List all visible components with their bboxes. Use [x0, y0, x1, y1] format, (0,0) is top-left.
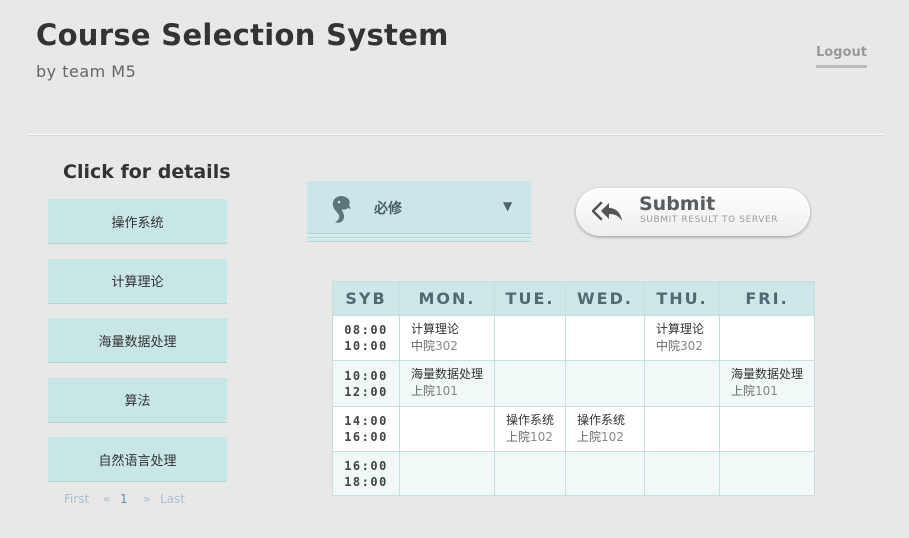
- time-slot-cell: 10:00 12:00: [332, 360, 400, 407]
- schedule-table: SYB MON. TUE. WED. THU. FRI. 08:00 10:00 计…: [332, 281, 815, 496]
- schedule-row: 14:00 16:00 操作系统 上院102 操作系统 上院102: [332, 406, 815, 452]
- pagination-last-link[interactable]: Last: [160, 492, 185, 506]
- sidebar-heading: Click for details: [63, 161, 231, 183]
- header-wednesday: WED.: [565, 281, 645, 316]
- header-time-slot: SYB: [332, 281, 400, 316]
- schedule-cell-wednesday[interactable]: 操作系统上院102: [565, 406, 645, 452]
- course-name: 海量数据处理: [731, 367, 804, 381]
- time-slot-cell: 08:00 10:00: [332, 315, 400, 361]
- course-location: 中院302: [411, 338, 494, 355]
- submit-sublabel: SUBMIT RESULT TO SERVER: [640, 215, 779, 225]
- building-name: 中院: [656, 339, 681, 353]
- schedule-row: 08:00 10:00 计算理论 中院302 计算理论 中院302: [332, 315, 815, 361]
- schedule-cell-monday[interactable]: 海量数据处理 上院101: [399, 360, 495, 407]
- app-title: Course Selection System: [36, 18, 449, 52]
- time-start: 16:00: [344, 458, 388, 473]
- course-name: 操作系统: [577, 413, 626, 427]
- dropdown-selected-value: 必修: [374, 201, 402, 217]
- course-name: 海量数据处理: [411, 367, 484, 381]
- room-number: 101: [755, 384, 778, 398]
- schedule-cell-thursday: [644, 360, 720, 407]
- course-location: 上院101: [731, 383, 814, 400]
- header-divider: [28, 134, 884, 136]
- schedule-cell-friday[interactable]: 海量数据处理 上院101: [719, 360, 815, 407]
- pagination-prev-link[interactable]: «: [103, 492, 110, 506]
- schedule-cell-monday[interactable]: 计算理论中院302: [399, 315, 495, 361]
- course-location: 中院302: [656, 338, 719, 355]
- schedule-header-row: SYB MON. TUE. WED. THU. FRI.: [332, 281, 815, 316]
- schedule-cell-wednesday: [565, 451, 645, 496]
- app-subtitle: by team M5: [36, 62, 137, 81]
- schedule-cell-friday: [719, 406, 815, 452]
- schedule-cell-friday: [719, 315, 815, 361]
- course-item-nlp[interactable]: 自然语言处理: [48, 437, 227, 482]
- schedule-cell-tuesday: [494, 315, 566, 361]
- chevron-down-icon: ▼: [503, 199, 513, 213]
- room-number: 101: [435, 384, 458, 398]
- schedule-row: 10:00 12:00 海量数据处理 上院101 海量数据处理 上院101: [332, 360, 815, 407]
- course-type-dropdown[interactable]: 必修 ▼: [307, 181, 531, 234]
- time-start: 14:00: [344, 414, 388, 428]
- schedule-cell-friday: [719, 451, 815, 496]
- time-start: 10:00: [344, 368, 388, 383]
- schedule-cell-tuesday[interactable]: 操作系统上院102: [494, 406, 566, 452]
- time-slot-cell: 14:00 16:00: [332, 406, 400, 452]
- course-name: 操作系统: [506, 413, 555, 427]
- building-name: 中院: [411, 339, 436, 353]
- time-end: 16:00: [344, 430, 388, 444]
- course-location: 上院102: [577, 429, 644, 446]
- course-list: 操作系统 计算理论 海量数据处理 算法 自然语言处理: [48, 199, 227, 497]
- schedule-cell-monday: [399, 451, 495, 496]
- pagination-first-link[interactable]: First: [64, 492, 89, 506]
- room-number: 302: [435, 339, 458, 353]
- building-name: 上院: [577, 430, 602, 444]
- course-item-os[interactable]: 操作系统: [48, 199, 227, 244]
- time-end: 10:00: [344, 339, 388, 353]
- time-end: 12:00: [344, 384, 388, 399]
- course-location: 上院102: [506, 429, 565, 446]
- header-thursday: THU.: [644, 281, 720, 316]
- schedule-cell-thursday: [644, 451, 720, 496]
- header-monday: MON.: [399, 281, 495, 316]
- header-friday: FRI.: [719, 281, 815, 316]
- course-location: 上院101: [411, 383, 494, 400]
- pagination-next-link[interactable]: »: [143, 492, 150, 506]
- course-item-theory-of-computation[interactable]: 计算理论: [48, 258, 227, 304]
- building-name: 上院: [411, 384, 436, 398]
- time-start: 08:00: [344, 323, 388, 337]
- time-end: 18:00: [344, 474, 388, 489]
- course-name: 计算理论: [411, 322, 460, 336]
- schedule-row: 16:00 18:00: [332, 451, 815, 496]
- submit-button[interactable]: Submit SUBMIT RESULT TO SERVER: [576, 188, 810, 236]
- time-slot-cell: 16:00 18:00: [332, 451, 400, 496]
- schedule-cell-tuesday: [494, 451, 566, 496]
- seahorse-icon: [327, 193, 357, 225]
- reply-all-icon: [591, 200, 624, 224]
- room-number: 102: [530, 430, 553, 444]
- room-number: 302: [680, 339, 703, 353]
- course-name: 计算理论: [656, 322, 705, 336]
- submit-label: Submit: [639, 193, 716, 215]
- schedule-cell-wednesday: [565, 315, 645, 361]
- schedule-cell-tuesday: [494, 360, 566, 407]
- schedule-cell-monday: [399, 406, 495, 452]
- room-number: 102: [601, 430, 624, 444]
- header-tuesday: TUE.: [494, 281, 566, 316]
- pagination-page-1[interactable]: 1: [120, 492, 128, 506]
- schedule-cell-wednesday: [565, 360, 645, 407]
- schedule-cell-thursday: [644, 406, 720, 452]
- logout-link[interactable]: Logout: [816, 45, 867, 68]
- schedule-cell-thursday[interactable]: 计算理论中院302: [644, 315, 720, 361]
- building-name: 上院: [731, 384, 756, 398]
- course-item-algorithms[interactable]: 算法: [48, 377, 227, 423]
- course-item-big-data[interactable]: 海量数据处理: [48, 318, 227, 363]
- building-name: 上院: [506, 430, 531, 444]
